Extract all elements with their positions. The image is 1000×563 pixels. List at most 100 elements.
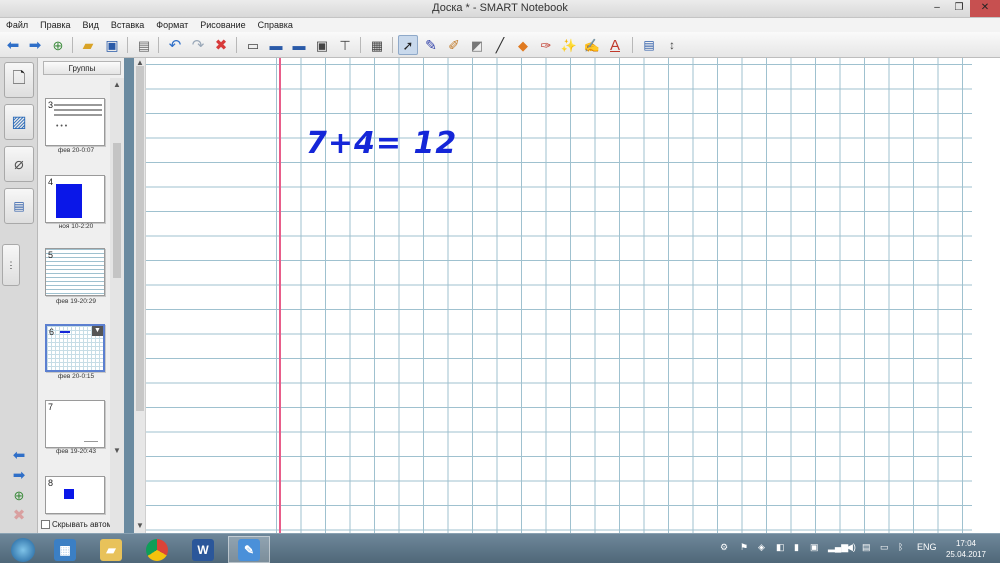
dual-page-icon[interactable]: ▬ bbox=[289, 35, 309, 55]
thumbnail-content: • • • bbox=[56, 123, 68, 130]
start-button[interactable] bbox=[2, 536, 44, 563]
page-number: 7 bbox=[48, 402, 54, 412]
page-thumbnail[interactable]: 6 ▼ bbox=[45, 324, 105, 372]
add-ons-tab[interactable]: ⋮ bbox=[2, 244, 20, 286]
select-icon[interactable]: ➚ bbox=[398, 35, 418, 55]
menu-file[interactable]: Файл bbox=[0, 18, 34, 32]
thumbnail-content bbox=[60, 331, 70, 333]
full-screen-icon[interactable]: ▬ bbox=[266, 35, 286, 55]
network-icon[interactable]: ◧ bbox=[776, 542, 785, 553]
graphics-icon[interactable]: ▤ bbox=[862, 542, 871, 553]
toolbar-separator bbox=[360, 37, 361, 53]
fill-icon[interactable]: ✑ bbox=[536, 35, 556, 55]
page-thumbnail[interactable]: 8 bbox=[45, 476, 105, 514]
menu-draw[interactable]: Рисование bbox=[194, 18, 251, 32]
thumbnail-content bbox=[56, 184, 82, 218]
taskbar-app[interactable] bbox=[136, 536, 178, 563]
sidebar-add-page-icon[interactable]: ⊕ bbox=[9, 488, 29, 504]
checkbox-box[interactable] bbox=[41, 520, 50, 529]
menu-view[interactable]: Вид bbox=[77, 18, 105, 32]
groups-button[interactable]: Группы bbox=[43, 61, 121, 75]
canvas-scrollbar[interactable]: ▲ ▼ bbox=[134, 58, 146, 533]
clock-time: 17:04 bbox=[955, 539, 977, 548]
menu-format[interactable]: Формат bbox=[150, 18, 194, 32]
page-sorter-tab[interactable]: 🗋 bbox=[4, 62, 34, 98]
volume-icon[interactable]: ◀) bbox=[846, 542, 856, 553]
thumbnail-content bbox=[54, 109, 102, 111]
magic-pen-icon[interactable]: ✨ bbox=[559, 35, 579, 55]
scroll-thumb[interactable] bbox=[136, 66, 144, 411]
taskbar-app[interactable]: ▦ bbox=[44, 536, 86, 563]
page-thumbnail[interactable]: 5 bbox=[45, 248, 105, 296]
menu-insert[interactable]: Вставка bbox=[105, 18, 150, 32]
shape-icon[interactable]: ◆ bbox=[513, 35, 533, 55]
whiteboard-canvas[interactable]: 7+4= 12 bbox=[146, 58, 1000, 533]
screen-shade-icon[interactable]: ▭ bbox=[243, 35, 263, 55]
handwritten-equation[interactable]: 7+4= 12 bbox=[306, 126, 457, 161]
document-camera-icon[interactable]: ⊤ bbox=[335, 35, 355, 55]
scroll-thumb[interactable] bbox=[113, 143, 121, 278]
add-page-icon[interactable]: ⊕ bbox=[48, 35, 68, 55]
sidebar-back-icon[interactable]: ⬅ bbox=[9, 448, 29, 464]
language-indicator[interactable]: ENG bbox=[917, 542, 937, 552]
bluetooth-icon[interactable]: ᛒ bbox=[898, 542, 903, 552]
page-thumbnail[interactable]: 7 bbox=[45, 400, 105, 448]
delete-icon[interactable]: ✖ bbox=[211, 35, 231, 55]
sidebar-forward-icon[interactable]: ➡ bbox=[9, 468, 29, 484]
taskbar-app[interactable]: ▰ bbox=[90, 536, 132, 563]
close-button[interactable]: ✕ bbox=[970, 0, 1000, 17]
sidebar-delete-icon[interactable]: ✖ bbox=[9, 508, 29, 524]
text-icon[interactable]: A bbox=[605, 35, 625, 55]
page-number: 6 bbox=[49, 327, 55, 337]
move-toolbar-icon[interactable]: ↕ bbox=[662, 35, 682, 55]
properties-icon[interactable]: ▤ bbox=[639, 35, 659, 55]
attachments-tab[interactable]: ⌀ bbox=[4, 146, 34, 182]
screen-capture-icon[interactable]: ▣ bbox=[312, 35, 332, 55]
shield-icon[interactable]: ◈ bbox=[758, 542, 765, 553]
display-icon[interactable]: ▭ bbox=[880, 542, 889, 553]
scroll-up-icon[interactable]: ▲ bbox=[110, 80, 124, 89]
scroll-down-icon[interactable]: ▼ bbox=[110, 446, 124, 455]
clock[interactable]: 17:04 25.04.2017 bbox=[944, 538, 988, 560]
sorter-scrollbar[interactable]: ▲ ▼ bbox=[110, 78, 124, 533]
undo-icon[interactable]: ↶ bbox=[165, 35, 185, 55]
taskbar-app[interactable]: ✎ bbox=[228, 536, 270, 563]
toolbar-separator bbox=[632, 37, 633, 53]
page-thumbnail[interactable]: 4 bbox=[45, 175, 105, 223]
scroll-down-icon[interactable]: ▼ bbox=[134, 521, 146, 530]
redo-icon[interactable]: ↷ bbox=[188, 35, 208, 55]
table-icon[interactable]: ▦ bbox=[367, 35, 387, 55]
properties-tab[interactable]: ▤ bbox=[4, 188, 34, 224]
gallery-tab[interactable]: ▨ bbox=[4, 104, 34, 140]
toolbar: ⬅ ➡ ⊕ ▰ ▣ ▤ ↶ ↷ ✖ ▭ ▬ ▬ ▣ ⊤ ▦ ➚ ✎ ✐ ◩ ╱ … bbox=[0, 32, 1000, 58]
tray-icon[interactable]: ⚙ bbox=[720, 542, 728, 553]
device-icon[interactable]: ▣ bbox=[810, 542, 819, 553]
thumbnail-content bbox=[54, 104, 102, 106]
creative-pen-icon[interactable]: ✐ bbox=[444, 35, 464, 55]
menu-help[interactable]: Справка bbox=[252, 18, 299, 32]
menu-edit[interactable]: Правка bbox=[34, 18, 76, 32]
page-thumbnail[interactable]: 3 • • • bbox=[45, 98, 105, 146]
file-explorer-icon: ▰ bbox=[100, 538, 122, 561]
shape-recognition-pen-icon[interactable]: ✍ bbox=[582, 35, 602, 55]
page-number: 8 bbox=[48, 478, 54, 488]
battery-icon[interactable]: ▮ bbox=[794, 542, 799, 553]
page-label: фев 20-0:15 bbox=[57, 373, 95, 380]
eraser-icon[interactable]: ◩ bbox=[467, 35, 487, 55]
back-icon[interactable]: ⬅ bbox=[3, 35, 23, 55]
taskbar: ▦ ▰ W ✎ ⚙ ⚑ ◈ ◧ ▮ ▣ ▂▄▆ ◀) ▤ ▭ ᛒ ENG 17:… bbox=[0, 533, 1000, 563]
paste-icon[interactable]: ▤ bbox=[134, 35, 154, 55]
flag-icon[interactable]: ⚑ bbox=[740, 542, 748, 553]
minimize-button[interactable]: – bbox=[926, 0, 948, 17]
line-icon[interactable]: ╱ bbox=[490, 35, 510, 55]
pen-icon[interactable]: ✎ bbox=[421, 35, 441, 55]
title-bar: Доска * - SMART Notebook – ❐ ✕ bbox=[0, 0, 1000, 18]
maximize-button[interactable]: ❐ bbox=[948, 0, 970, 17]
margin-line bbox=[279, 58, 281, 533]
open-icon[interactable]: ▰ bbox=[78, 35, 98, 55]
forward-icon[interactable]: ➡ bbox=[25, 35, 45, 55]
taskbar-app[interactable]: W bbox=[182, 536, 224, 563]
page-label: ноя 10-2:20 bbox=[58, 223, 94, 230]
save-icon[interactable]: ▣ bbox=[102, 35, 122, 55]
page-menu-dropdown-icon[interactable]: ▼ bbox=[92, 326, 103, 336]
